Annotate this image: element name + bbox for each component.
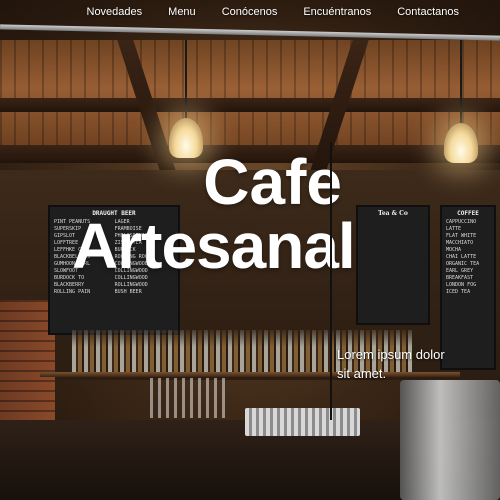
board-line: ROLLINGWOOD xyxy=(114,282,148,288)
lamp-cord xyxy=(460,40,462,125)
nav-link-contactanos[interactable]: Contactanos xyxy=(397,6,459,18)
lamp-cord xyxy=(185,40,187,120)
board-line: MACCHIATO xyxy=(446,240,474,246)
pendant-lamp-icon xyxy=(444,123,478,163)
ceiling-pipe xyxy=(0,24,500,41)
nav-link-menu[interactable]: Menu xyxy=(168,6,196,18)
board-line: ROLLING PAIN xyxy=(54,289,91,295)
nav-link-novedades[interactable]: Novedades xyxy=(87,6,143,18)
board-line: BUSH BEER xyxy=(114,289,142,295)
board-line: MOCHA xyxy=(446,247,462,253)
board-line: CHAI LATTE xyxy=(446,254,477,260)
nav-link-conocenos[interactable]: Conócenos xyxy=(222,6,278,18)
hero-tagline: Lorem ipsum dolor sit amet. xyxy=(337,347,445,381)
board-line: LONDON FOG xyxy=(446,282,477,288)
hero-title-line1: Cafe xyxy=(203,146,342,218)
board-line: LATTE xyxy=(446,226,462,232)
board-line: FLAT WHITE xyxy=(446,233,477,239)
hero-divider xyxy=(330,142,332,420)
hero-title-line2: Artesanal xyxy=(72,210,356,282)
nav-link-encuentranos[interactable]: Encuéntranos xyxy=(303,6,371,18)
board-title: COFFEE xyxy=(457,210,479,217)
board-line: EARL GREY xyxy=(446,268,474,274)
board-title: Tea & Co xyxy=(378,210,408,217)
ceiling-beam xyxy=(0,98,500,112)
hero-page: DRAUGHT BEER PINT PEANUTS SUPERSKIP GIPS… xyxy=(0,0,500,500)
board-line: ORGANIC TEA xyxy=(446,261,480,267)
beer-taps xyxy=(245,408,360,436)
tea-menu-board: Tea & Co xyxy=(356,205,430,325)
hanging-glasses xyxy=(150,378,230,418)
board-line: BREAKFAST xyxy=(446,275,474,281)
espresso-machine xyxy=(400,380,500,500)
board-line: CAPPUCCINO xyxy=(446,219,477,225)
hero-title: Cafe Artesanal xyxy=(72,146,356,282)
board-line: BLACKBERRY xyxy=(54,282,85,288)
board-line: ICED TEA xyxy=(446,289,471,295)
top-nav: Novedades Menu Conócenos Encuéntranos Co… xyxy=(0,0,500,24)
